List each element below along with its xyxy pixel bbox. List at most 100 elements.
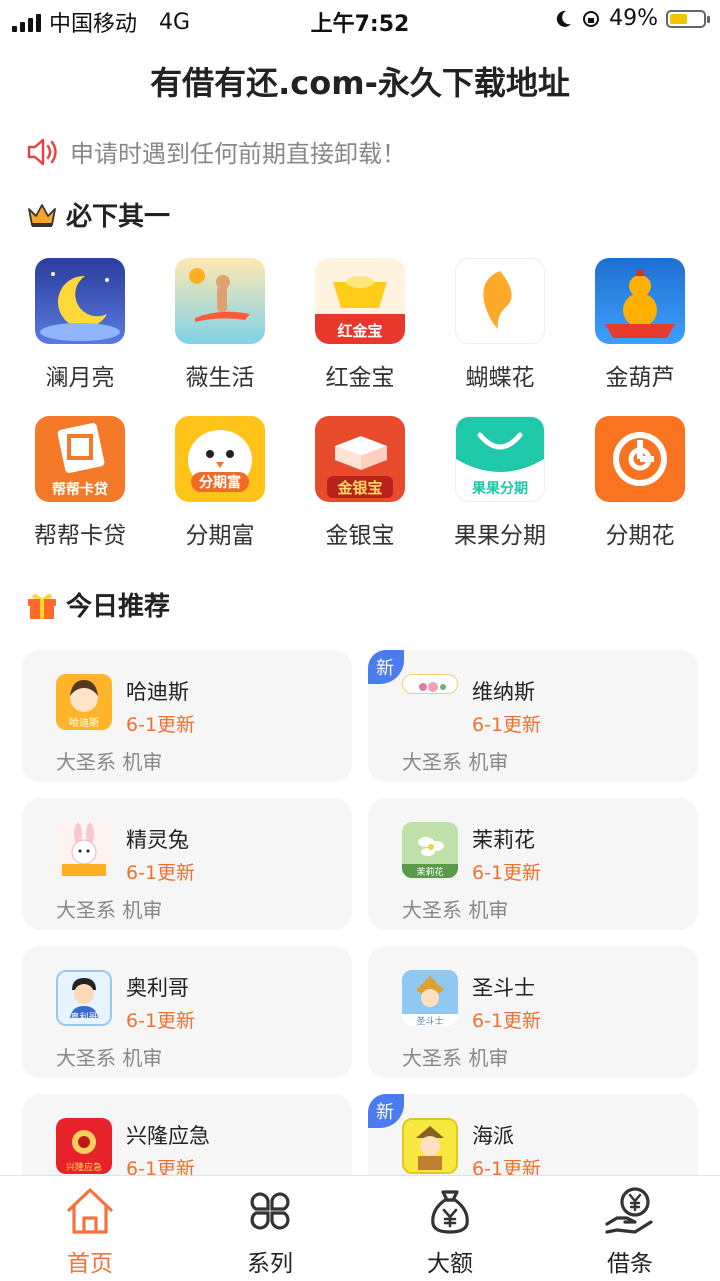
gourd-app-icon [595,258,685,344]
app-icon-text: 分期富 [199,474,241,491]
app-label: 金银宝 [325,523,395,549]
update-date: 6-1更新 [126,862,196,884]
moon-app-icon [35,258,125,344]
app-name: 精灵兔 [126,828,189,852]
app-grid: 澜月亮 薇生活 红金宝 红金宝 蝴蝶花 金葫芦 帮帮卡贷 帮帮卡贷 分期富 分期… [10,258,710,550]
app-label: 帮帮卡贷 [34,523,126,549]
tab-home[interactable]: 首页 [0,1176,180,1281]
app-name: 兴隆应急 [126,1124,210,1148]
status-bar: 中国移动 4G 上午7:52 49% [0,0,720,40]
app-item[interactable]: 帮帮卡贷 帮帮卡贷 [10,416,150,550]
app-label: 红金宝 [325,365,395,391]
app-icon-text: 奥利哥 [70,1011,97,1023]
home-icon [67,1188,113,1234]
notice-text: 申请时遇到任何前期直接卸载！ [70,140,406,168]
speaker-icon [27,138,57,165]
app-item[interactable]: 分期富 分期富 [150,416,290,550]
app-tags: 大圣系 机审 [56,750,163,774]
butterfly-app-icon [455,258,545,344]
app-tags: 大圣系 机审 [402,898,509,922]
app-icon-text: 果果分期 [471,481,528,497]
tab-label: 系列 [247,1251,293,1277]
app-tags: 大圣系 机审 [56,898,163,922]
app-item[interactable]: 果果分期 果果分期 [430,416,570,550]
jasmine-app-icon: 茉莉花 [402,822,458,878]
update-date: 6-1更新 [472,1010,542,1032]
app-tags: 大圣系 机审 [402,750,509,774]
app-icon-text: 金银宝 [336,479,382,497]
saint-warrior-app-icon: 圣斗士 [402,970,458,1026]
hades-app-icon: 哈迪斯 [56,674,112,730]
app-item[interactable]: 红金宝 红金宝 [290,258,430,392]
update-date: 6-1更新 [472,862,542,884]
app-label: 果果分期 [454,523,546,549]
tab-label: 借条 [607,1251,653,1277]
app-name: 海派 [472,1124,514,1148]
page-title: 有借有还.com-永久下载地址 [150,64,570,102]
update-date: 6-1更新 [126,714,196,736]
app-name: 圣斗士 [472,976,535,1000]
recommend-card[interactable]: 奥利哥 奥利哥 6-1更新 大圣系 机审 [22,946,352,1078]
tab-label: 大额 [427,1251,473,1277]
app-item[interactable]: 金银宝 金银宝 [290,416,430,550]
card-loan-app-icon: 帮帮卡贷 [35,416,125,502]
haipai-app-icon [402,1118,458,1174]
chick-app-icon: 分期富 [175,416,265,502]
xinglong-app-icon: 兴隆应急 [56,1118,112,1174]
app-item[interactable]: 澜月亮 [10,258,150,392]
recommend-list: 哈迪斯 哈迪斯 6-1更新 大圣系 机审 新 维纳斯 6-1更新 大圣系 机审 … [22,650,698,1226]
app-tags: 大圣系 机审 [402,1046,509,1070]
app-icon-text: 帮帮卡贷 [52,481,108,498]
tab-large-amount[interactable]: 大额 [360,1176,540,1281]
app-name: 奥利哥 [126,976,189,1000]
app-item[interactable]: 分期花 [570,416,710,550]
venus-app-icon [402,674,458,694]
gift-icon [28,593,56,619]
app-icon-text: 茉莉花 [416,866,443,878]
app-item[interactable]: 薇生活 [150,258,290,392]
app-label: 分期富 [185,523,255,549]
app-label: 蝴蝶花 [465,365,535,391]
recommend-card[interactable]: 精灵兔 6-1更新 大圣系 机审 [22,798,352,930]
app-name: 维纳斯 [472,680,535,704]
tab-label: 首页 [67,1251,113,1277]
new-badge: 新 [368,1094,404,1128]
app-name: 茉莉花 [472,828,535,852]
tab-iou[interactable]: 借条 [540,1176,720,1281]
new-badge: 新 [368,650,404,684]
grid-icon [250,1192,290,1230]
man-avatar-app-icon: 奥利哥 [56,970,112,1026]
bowl-app-icon: 果果分期 [455,416,545,502]
app-tags: 大圣系 机审 [56,1046,163,1070]
bottom-tab-bar: 首页 系列 大额 借条 [0,1175,720,1281]
battery-percent: 49% [609,6,658,31]
app-icon-text: 哈迪斯 [69,716,99,729]
app-icon-text: 兴隆应急 [66,1161,102,1173]
app-icon-text: 圣斗士 [416,1015,443,1026]
app-label: 金葫芦 [605,365,675,391]
recommend-card[interactable]: 新 维纳斯 6-1更新 大圣系 机审 [368,650,698,782]
today-section-title: 今日推荐 [26,586,170,623]
rotation-lock-icon [583,10,600,27]
moon-icon [556,10,572,27]
must-section-title: 必下其一 [26,196,170,233]
update-date: 6-1更新 [126,1010,196,1032]
spiral-app-icon [595,416,685,502]
app-label: 澜月亮 [45,365,115,391]
crown-icon [28,203,56,227]
hand-yen-icon [605,1187,653,1234]
recommend-card[interactable]: 茉莉花 茉莉花 6-1更新 大圣系 机审 [368,798,698,930]
gold-ingot-app-icon: 红金宝 [315,258,405,344]
update-date: 6-1更新 [472,714,542,736]
app-item[interactable]: 金葫芦 [570,258,710,392]
tab-series[interactable]: 系列 [180,1176,360,1281]
silver-ingot-app-icon: 金银宝 [315,416,405,502]
notice-bar: 申请时遇到任何前期直接卸载！ [26,134,406,169]
app-item[interactable]: 蝴蝶花 [430,258,570,392]
app-icon-text: 红金宝 [337,322,382,340]
recommend-card[interactable]: 圣斗士 圣斗士 6-1更新 大圣系 机审 [368,946,698,1078]
app-label: 分期花 [605,523,675,549]
recommend-card[interactable]: 哈迪斯 哈迪斯 6-1更新 大圣系 机审 [22,650,352,782]
rabbit-app-icon [56,822,112,878]
app-label: 薇生活 [185,365,255,391]
